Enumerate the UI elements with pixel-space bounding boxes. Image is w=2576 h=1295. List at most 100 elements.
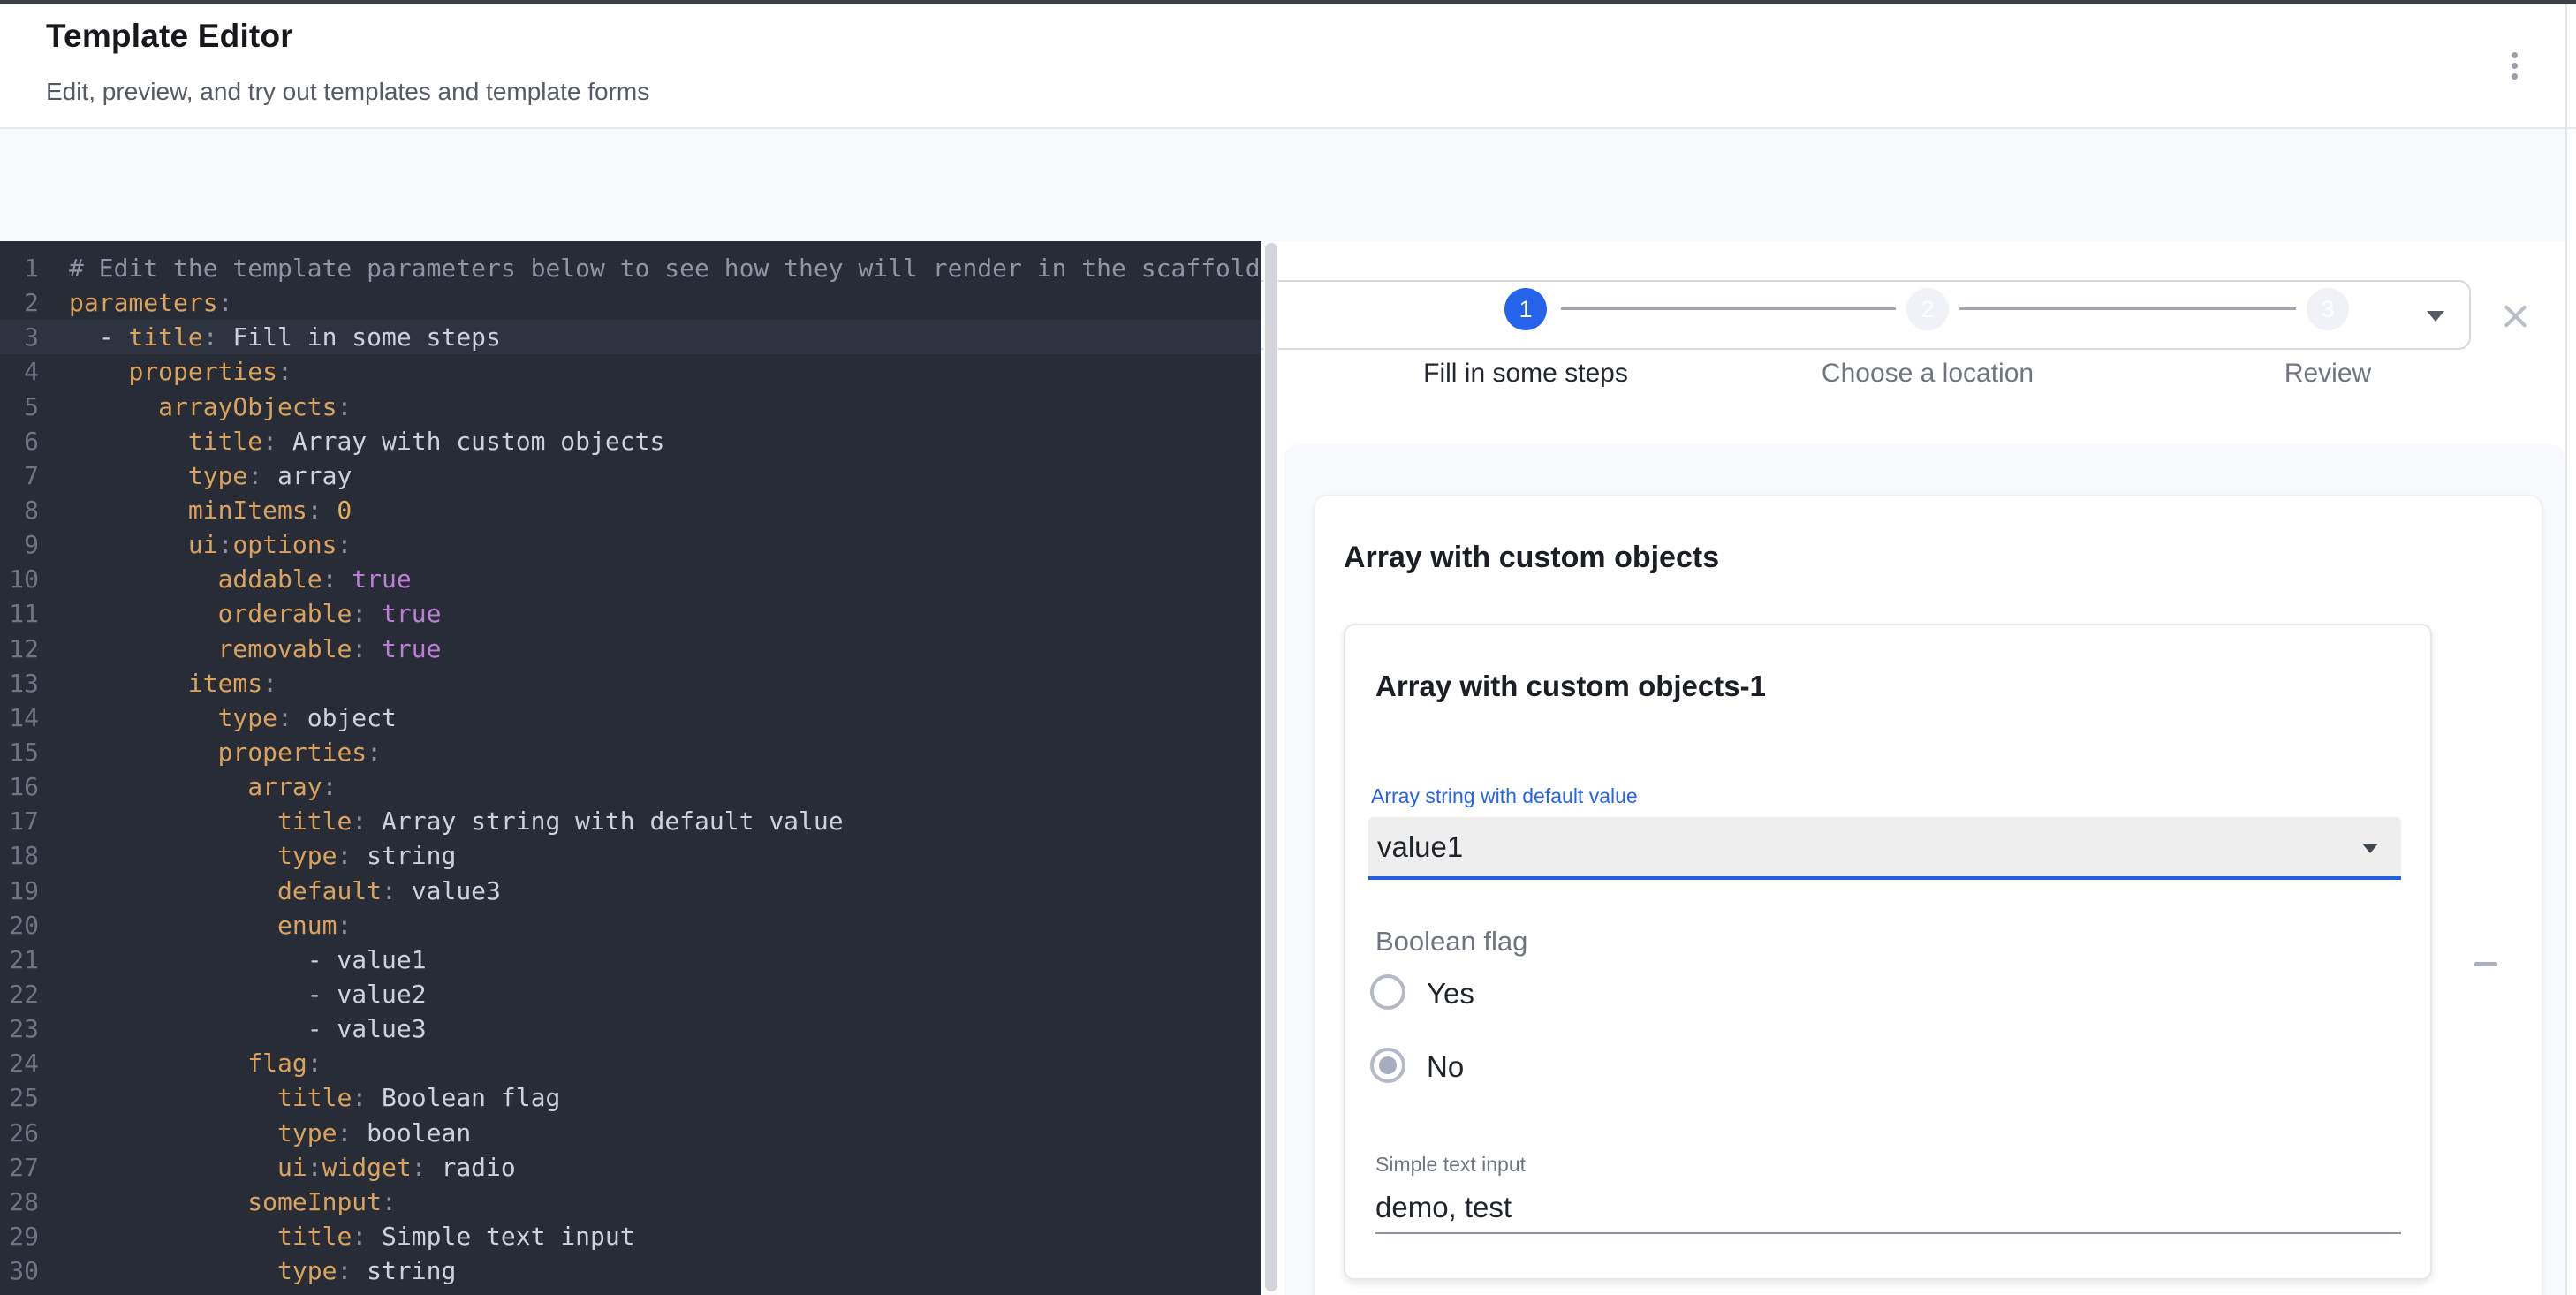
code-line: 13 items: <box>0 666 1261 701</box>
code-text: title: Array string with default value <box>39 804 844 838</box>
code-text: - title: Fill in some steps <box>39 320 501 354</box>
code-text: removable: true <box>39 632 441 666</box>
line-number: 5 <box>0 390 39 424</box>
code-text: flag: <box>39 1046 322 1080</box>
editor-scrollbar-thumb[interactable] <box>1265 243 1277 1291</box>
code-line: 20 enum: <box>0 908 1261 943</box>
step-circle-3[interactable]: 3 <box>2307 288 2349 330</box>
code-text: ui:options: <box>39 527 352 562</box>
line-number: 16 <box>0 769 39 804</box>
line-number: 17 <box>0 804 39 838</box>
stepper-connector <box>1959 307 2296 310</box>
code-text: orderable: true <box>39 596 441 631</box>
array-string-select-value: value1 <box>1377 830 1463 864</box>
line-number: 6 <box>0 424 39 458</box>
clear-selection-button[interactable] <box>2493 294 2537 338</box>
code-line: 21 - value1 <box>0 943 1261 977</box>
select-focus-underline <box>1368 876 2401 880</box>
step-circle-1[interactable]: 1 <box>1504 288 1547 330</box>
line-number: 14 <box>0 701 39 735</box>
code-line: 23 - value3 <box>0 1011 1261 1046</box>
line-number: 10 <box>0 562 39 596</box>
simple-text-input-label: Simple text input <box>1375 1153 1526 1177</box>
code-text: minItems: 0 <box>39 493 352 527</box>
code-line: 18 type: string <box>0 838 1261 873</box>
line-number: 24 <box>0 1046 39 1080</box>
radio-label-no: No <box>1427 1050 1464 1084</box>
line-number: 15 <box>0 735 39 769</box>
line-number: 25 <box>0 1080 39 1115</box>
radio-no[interactable] <box>1370 1048 1405 1083</box>
code-text: type: object <box>39 701 397 735</box>
code-line: 15 properties: <box>0 735 1261 769</box>
code-text: properties: <box>39 735 382 769</box>
code-text: type: boolean <box>39 1116 471 1150</box>
code-line: 29 title: Simple text input <box>0 1219 1261 1253</box>
code-line: 11 orderable: true <box>0 596 1261 631</box>
code-text: # Edit the template parameters below to … <box>39 251 1261 285</box>
line-number: 9 <box>0 527 39 562</box>
code-line: 2parameters: <box>0 285 1261 320</box>
panel-edge-line <box>2565 4 2567 1295</box>
boolean-flag-label: Boolean flag <box>1375 926 1527 958</box>
code-text: someInput: <box>39 1185 397 1219</box>
code-text: enum: <box>39 908 352 943</box>
line-number: 4 <box>0 354 39 389</box>
code-text: type: string <box>39 838 456 873</box>
code-text: default: value3 <box>39 874 501 908</box>
code-line: 26 type: boolean <box>0 1116 1261 1150</box>
more-vertical-icon[interactable] <box>2498 42 2530 88</box>
line-number: 13 <box>0 666 39 701</box>
radio-yes[interactable] <box>1370 974 1405 1010</box>
line-number: 22 <box>0 977 39 1011</box>
line-number: 8 <box>0 493 39 527</box>
code-line: 7 type: array <box>0 458 1261 493</box>
code-line: 14 type: object <box>0 701 1261 735</box>
code-text: - value3 <box>39 1011 427 1046</box>
line-number: 29 <box>0 1219 39 1253</box>
code-line: 9 ui:options: <box>0 527 1261 562</box>
line-number: 3 <box>0 320 39 354</box>
line-number: 2 <box>0 285 39 320</box>
editor-scrollbar[interactable] <box>1263 241 1278 1295</box>
remove-item-button[interactable] <box>2465 943 2507 986</box>
line-number: 12 <box>0 632 39 666</box>
code-line: 22 - value2 <box>0 977 1261 1011</box>
text-input-underline <box>1375 1232 2401 1234</box>
step-circle-2[interactable]: 2 <box>1906 288 1949 330</box>
line-number: 19 <box>0 874 39 908</box>
page-title: Template Editor <box>46 18 293 55</box>
load-template-section: Load Existing Template <box>0 129 2567 241</box>
array-string-select[interactable]: value1 <box>1368 817 2401 876</box>
code-line: 12 removable: true <box>0 632 1261 666</box>
code-line: 6 title: Array with custom objects <box>0 424 1261 458</box>
dropdown-arrow-icon <box>2362 844 2378 853</box>
code-text: array: <box>39 769 337 804</box>
line-number: 20 <box>0 908 39 943</box>
page-subtitle: Edit, preview, and try out templates and… <box>46 78 649 106</box>
line-number: 27 <box>0 1150 39 1185</box>
code-line: 30 type: string <box>0 1253 1261 1288</box>
radio-dot <box>1379 1056 1397 1074</box>
code-line: 17 title: Array string with default valu… <box>0 804 1261 838</box>
code-line: 1# Edit the template parameters below to… <box>0 251 1261 285</box>
array-string-select-label: Array string with default value <box>1371 784 1638 808</box>
line-number: 18 <box>0 838 39 873</box>
code-line: 4 properties: <box>0 354 1261 389</box>
code-line: 3 - title: Fill in some steps <box>0 320 1261 354</box>
code-line: 27 ui:widget: radio <box>0 1150 1261 1185</box>
yaml-code-editor[interactable]: 1# Edit the template parameters below to… <box>0 241 1261 1295</box>
code-text: arrayObjects: <box>39 390 352 424</box>
line-number: 30 <box>0 1253 39 1288</box>
simple-text-input[interactable]: demo, test <box>1375 1191 2401 1224</box>
minus-icon <box>2474 962 2497 966</box>
code-text: title: Boolean flag <box>39 1080 560 1115</box>
code-line: 10 addable: true <box>0 562 1261 596</box>
line-number: 11 <box>0 596 39 631</box>
line-number: 7 <box>0 458 39 493</box>
chevron-down-icon <box>2427 311 2444 322</box>
code-text: properties: <box>39 354 292 389</box>
code-line: 8 minItems: 0 <box>0 493 1261 527</box>
step-label-2: Choose a location <box>1733 359 2122 389</box>
code-text: parameters: <box>39 285 232 320</box>
